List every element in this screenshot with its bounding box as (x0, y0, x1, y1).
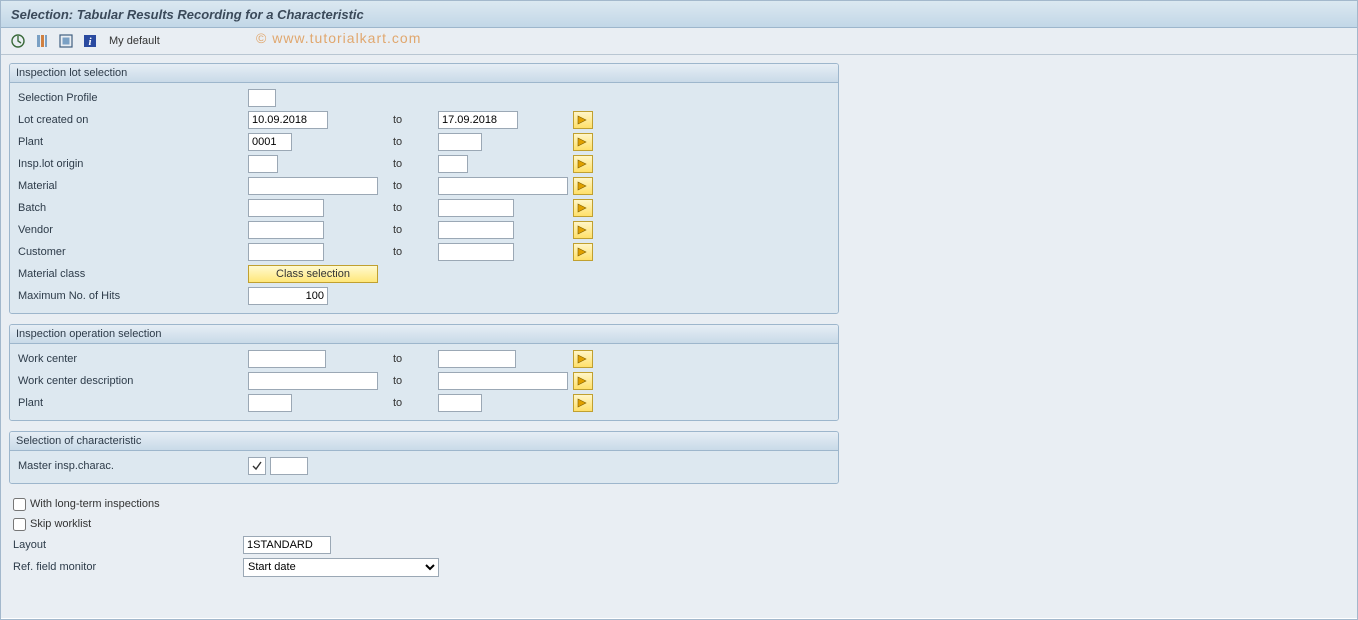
vendor-low-input[interactable] (248, 221, 324, 239)
label-customer: Customer (18, 246, 248, 258)
lot-created-high-input[interactable] (438, 111, 518, 129)
label-plant2: Plant (18, 397, 248, 409)
watermark-text: © www.tutorialkart.com (256, 30, 421, 46)
label-batch: Batch (18, 202, 248, 214)
origin-high-input[interactable] (438, 155, 468, 173)
multiple-selection-button[interactable] (573, 177, 593, 195)
required-entry-icon (248, 457, 266, 475)
selection-options-icon[interactable] (57, 32, 75, 50)
label-work-center-description: Work center description (18, 375, 248, 387)
title-bar: Selection: Tabular Results Recording for… (1, 1, 1357, 28)
multiple-selection-button[interactable] (573, 372, 593, 390)
multiple-selection-button[interactable] (573, 155, 593, 173)
work-center-low-input[interactable] (248, 350, 326, 368)
label-insp-lot-origin: Insp.lot origin (18, 158, 248, 170)
multiple-selection-button[interactable] (573, 199, 593, 217)
label-selection-profile: Selection Profile (18, 92, 248, 104)
lot-created-low-input[interactable] (248, 111, 328, 129)
to-label: to (393, 202, 438, 214)
origin-low-input[interactable] (248, 155, 278, 173)
group-selection-of-characteristic: Selection of characteristic Master insp.… (9, 431, 839, 484)
to-label: to (393, 397, 438, 409)
with-long-term-inspections-checkbox[interactable] (13, 498, 26, 511)
plant-high-input[interactable] (438, 133, 482, 151)
customer-low-input[interactable] (248, 243, 324, 261)
plant2-low-input[interactable] (248, 394, 292, 412)
to-label: to (393, 375, 438, 387)
multiple-selection-button[interactable] (573, 133, 593, 151)
master-charac-input[interactable] (270, 457, 308, 475)
misc-options: With long-term inspections Skip worklist… (9, 494, 839, 578)
variant-get-icon[interactable] (33, 32, 51, 50)
label-lot-created: Lot created on (18, 114, 248, 126)
class-selection-button[interactable]: Class selection (248, 265, 378, 283)
layout-input[interactable] (243, 536, 331, 554)
to-label: to (393, 353, 438, 365)
group-inspection-operation-selection: Inspection operation selection Work cent… (9, 324, 839, 421)
material-low-input[interactable] (248, 177, 378, 195)
my-default-button[interactable]: My default (109, 35, 160, 47)
skip-worklist-checkbox[interactable] (13, 518, 26, 531)
group-header: Selection of characteristic (10, 432, 838, 451)
to-label: to (393, 158, 438, 170)
batch-low-input[interactable] (248, 199, 324, 217)
wc-desc-high-input[interactable] (438, 372, 568, 390)
selection-profile-input[interactable] (248, 89, 276, 107)
to-label: to (393, 224, 438, 236)
content-area: Inspection lot selection Selection Profi… (1, 55, 1357, 618)
to-label: to (393, 246, 438, 258)
plant-low-input[interactable] (248, 133, 292, 151)
multiple-selection-button[interactable] (573, 350, 593, 368)
group-header: Inspection lot selection (10, 64, 838, 83)
label-layout: Layout (13, 539, 243, 551)
label-vendor: Vendor (18, 224, 248, 236)
execute-icon[interactable] (9, 32, 27, 50)
label-plant: Plant (18, 136, 248, 148)
vendor-high-input[interactable] (438, 221, 514, 239)
label-master-insp-charac: Master insp.charac. (18, 460, 248, 472)
wc-desc-low-input[interactable] (248, 372, 378, 390)
work-center-high-input[interactable] (438, 350, 516, 368)
multiple-selection-button[interactable] (573, 221, 593, 239)
app-toolbar: i My default © www.tutorialkart.com (1, 28, 1357, 55)
max-hits-input[interactable] (248, 287, 328, 305)
multiple-selection-button[interactable] (573, 394, 593, 412)
skip-worklist-label: Skip worklist (30, 518, 91, 530)
group-inspection-lot-selection: Inspection lot selection Selection Profi… (9, 63, 839, 314)
label-ref-field-monitor: Ref. field monitor (13, 561, 243, 573)
page-title: Selection: Tabular Results Recording for… (11, 7, 1347, 22)
ref-field-monitor-select[interactable]: Start date (243, 558, 439, 577)
with-long-term-inspections-label: With long-term inspections (30, 498, 160, 510)
label-material-class: Material class (18, 268, 248, 280)
label-work-center: Work center (18, 353, 248, 365)
label-material: Material (18, 180, 248, 192)
label-max-hits: Maximum No. of Hits (18, 290, 248, 302)
information-icon[interactable]: i (81, 32, 99, 50)
plant2-high-input[interactable] (438, 394, 482, 412)
material-high-input[interactable] (438, 177, 568, 195)
customer-high-input[interactable] (438, 243, 514, 261)
to-label: to (393, 136, 438, 148)
to-label: to (393, 114, 438, 126)
group-header: Inspection operation selection (10, 325, 838, 344)
batch-high-input[interactable] (438, 199, 514, 217)
multiple-selection-button[interactable] (573, 111, 593, 129)
to-label: to (393, 180, 438, 192)
multiple-selection-button[interactable] (573, 243, 593, 261)
